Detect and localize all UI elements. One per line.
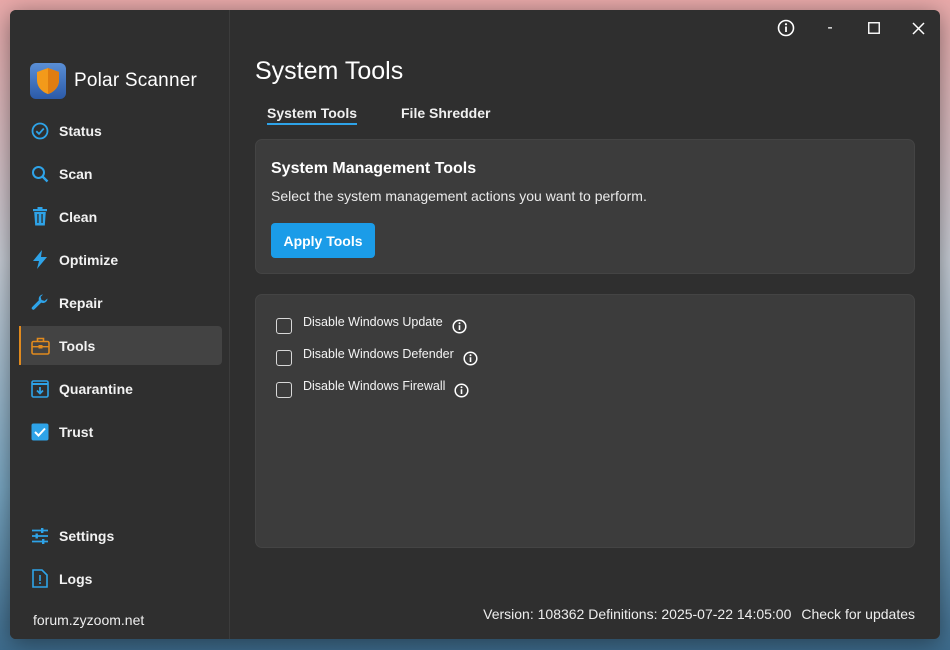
system-management-card: System Management Tools Select the syste…: [255, 139, 915, 274]
card-title: System Management Tools: [271, 160, 477, 177]
sidebar-item-label: Clean: [59, 208, 98, 225]
trash-icon: [30, 207, 50, 227]
sidebar-item-label: Repair: [59, 294, 103, 311]
wrench-icon: [30, 293, 50, 313]
minimize-icon: -: [827, 19, 833, 36]
sidebar-item-label: Optimize: [59, 251, 119, 268]
quarantine-box-icon: [30, 379, 50, 399]
sidebar-item-quarantine[interactable]: Quarantine: [19, 369, 222, 408]
sidebar-item-label: Tools: [59, 337, 96, 354]
titlebar: -: [764, 10, 940, 46]
card-description: Select the system management actions you…: [271, 188, 647, 204]
sidebar-item-logs[interactable]: Logs: [19, 559, 222, 598]
checkbox-disable-windows-update[interactable]: [276, 318, 292, 334]
sidebar-item-scan[interactable]: Scan: [19, 154, 222, 193]
option-disable-windows-update: Disable Windows Update: [276, 315, 467, 334]
sidebar-item-status[interactable]: Status: [19, 111, 222, 150]
shield-logo-icon: [30, 63, 66, 99]
version-info: Version: 108362 Definitions: 2025-07-22 …: [483, 606, 792, 622]
option-label: Disable Windows Update: [303, 315, 443, 329]
check-for-updates-link[interactable]: Check for updates: [801, 606, 915, 622]
option-disable-windows-defender: Disable Windows Defender: [276, 347, 478, 366]
maximize-icon: [868, 22, 880, 34]
close-icon: [911, 21, 925, 35]
check-circle-icon: [30, 121, 50, 141]
sidebar-item-label: Quarantine: [59, 380, 133, 397]
sidebar-item-repair[interactable]: Repair: [19, 283, 222, 322]
sidebar-item-label: Settings: [59, 527, 115, 544]
minimize-button[interactable]: -: [808, 10, 852, 46]
about-info-button[interactable]: [764, 10, 808, 46]
apply-tools-button[interactable]: Apply Tools: [271, 223, 375, 258]
option-disable-windows-firewall: Disable Windows Firewall: [276, 379, 469, 398]
forum-link[interactable]: forum.zyzoom.net: [33, 612, 144, 628]
page-title: System Tools: [255, 57, 404, 85]
app-name: Polar Scanner: [74, 70, 198, 91]
toolbox-icon: [30, 336, 50, 356]
tab-system-tools[interactable]: System Tools: [267, 105, 357, 125]
info-icon[interactable]: [452, 318, 467, 334]
tab-bar: System Tools File Shredder: [267, 105, 490, 125]
sidebar-item-trust[interactable]: Trust: [19, 412, 222, 451]
sidebar: Polar Scanner Status Scan Clean Optimize…: [10, 10, 230, 639]
close-button[interactable]: [896, 10, 940, 46]
maximize-button[interactable]: [852, 10, 896, 46]
sidebar-item-label: Trust: [59, 423, 94, 440]
sidebar-item-settings[interactable]: Settings: [19, 516, 222, 555]
sidebar-item-tools[interactable]: Tools: [19, 326, 222, 365]
tool-options-card: Disable Windows Update Disable Windows D…: [255, 294, 915, 548]
info-icon[interactable]: [454, 382, 469, 398]
sidebar-item-clean[interactable]: Clean: [19, 197, 222, 236]
option-label: Disable Windows Defender: [303, 347, 454, 361]
sidebar-item-label: Status: [59, 122, 102, 139]
sidebar-item-label: Scan: [59, 165, 93, 182]
checkbox-icon: [30, 422, 50, 442]
status-footer: Version: 108362 Definitions: 2025-07-22 …: [483, 606, 915, 622]
lightning-icon: [30, 250, 50, 270]
sidebar-item-optimize[interactable]: Optimize: [19, 240, 222, 279]
log-file-icon: [30, 569, 50, 589]
option-label: Disable Windows Firewall: [303, 379, 446, 393]
tab-file-shredder[interactable]: File Shredder: [401, 105, 490, 125]
sidebar-nav: Status Scan Clean Optimize Repair Tools …: [19, 111, 222, 455]
app-window: - Polar Scanner Status Scan Clean Optimi…: [10, 10, 940, 639]
sidebar-bottom-nav: Settings Logs: [19, 516, 222, 602]
search-icon: [30, 164, 50, 184]
brand: Polar Scanner: [30, 63, 197, 99]
sidebar-item-label: Logs: [59, 570, 93, 587]
info-icon[interactable]: [463, 350, 478, 366]
checkbox-disable-windows-firewall[interactable]: [276, 382, 292, 398]
sliders-icon: [30, 526, 50, 546]
checkbox-disable-windows-defender[interactable]: [276, 350, 292, 366]
info-icon: [777, 19, 795, 37]
